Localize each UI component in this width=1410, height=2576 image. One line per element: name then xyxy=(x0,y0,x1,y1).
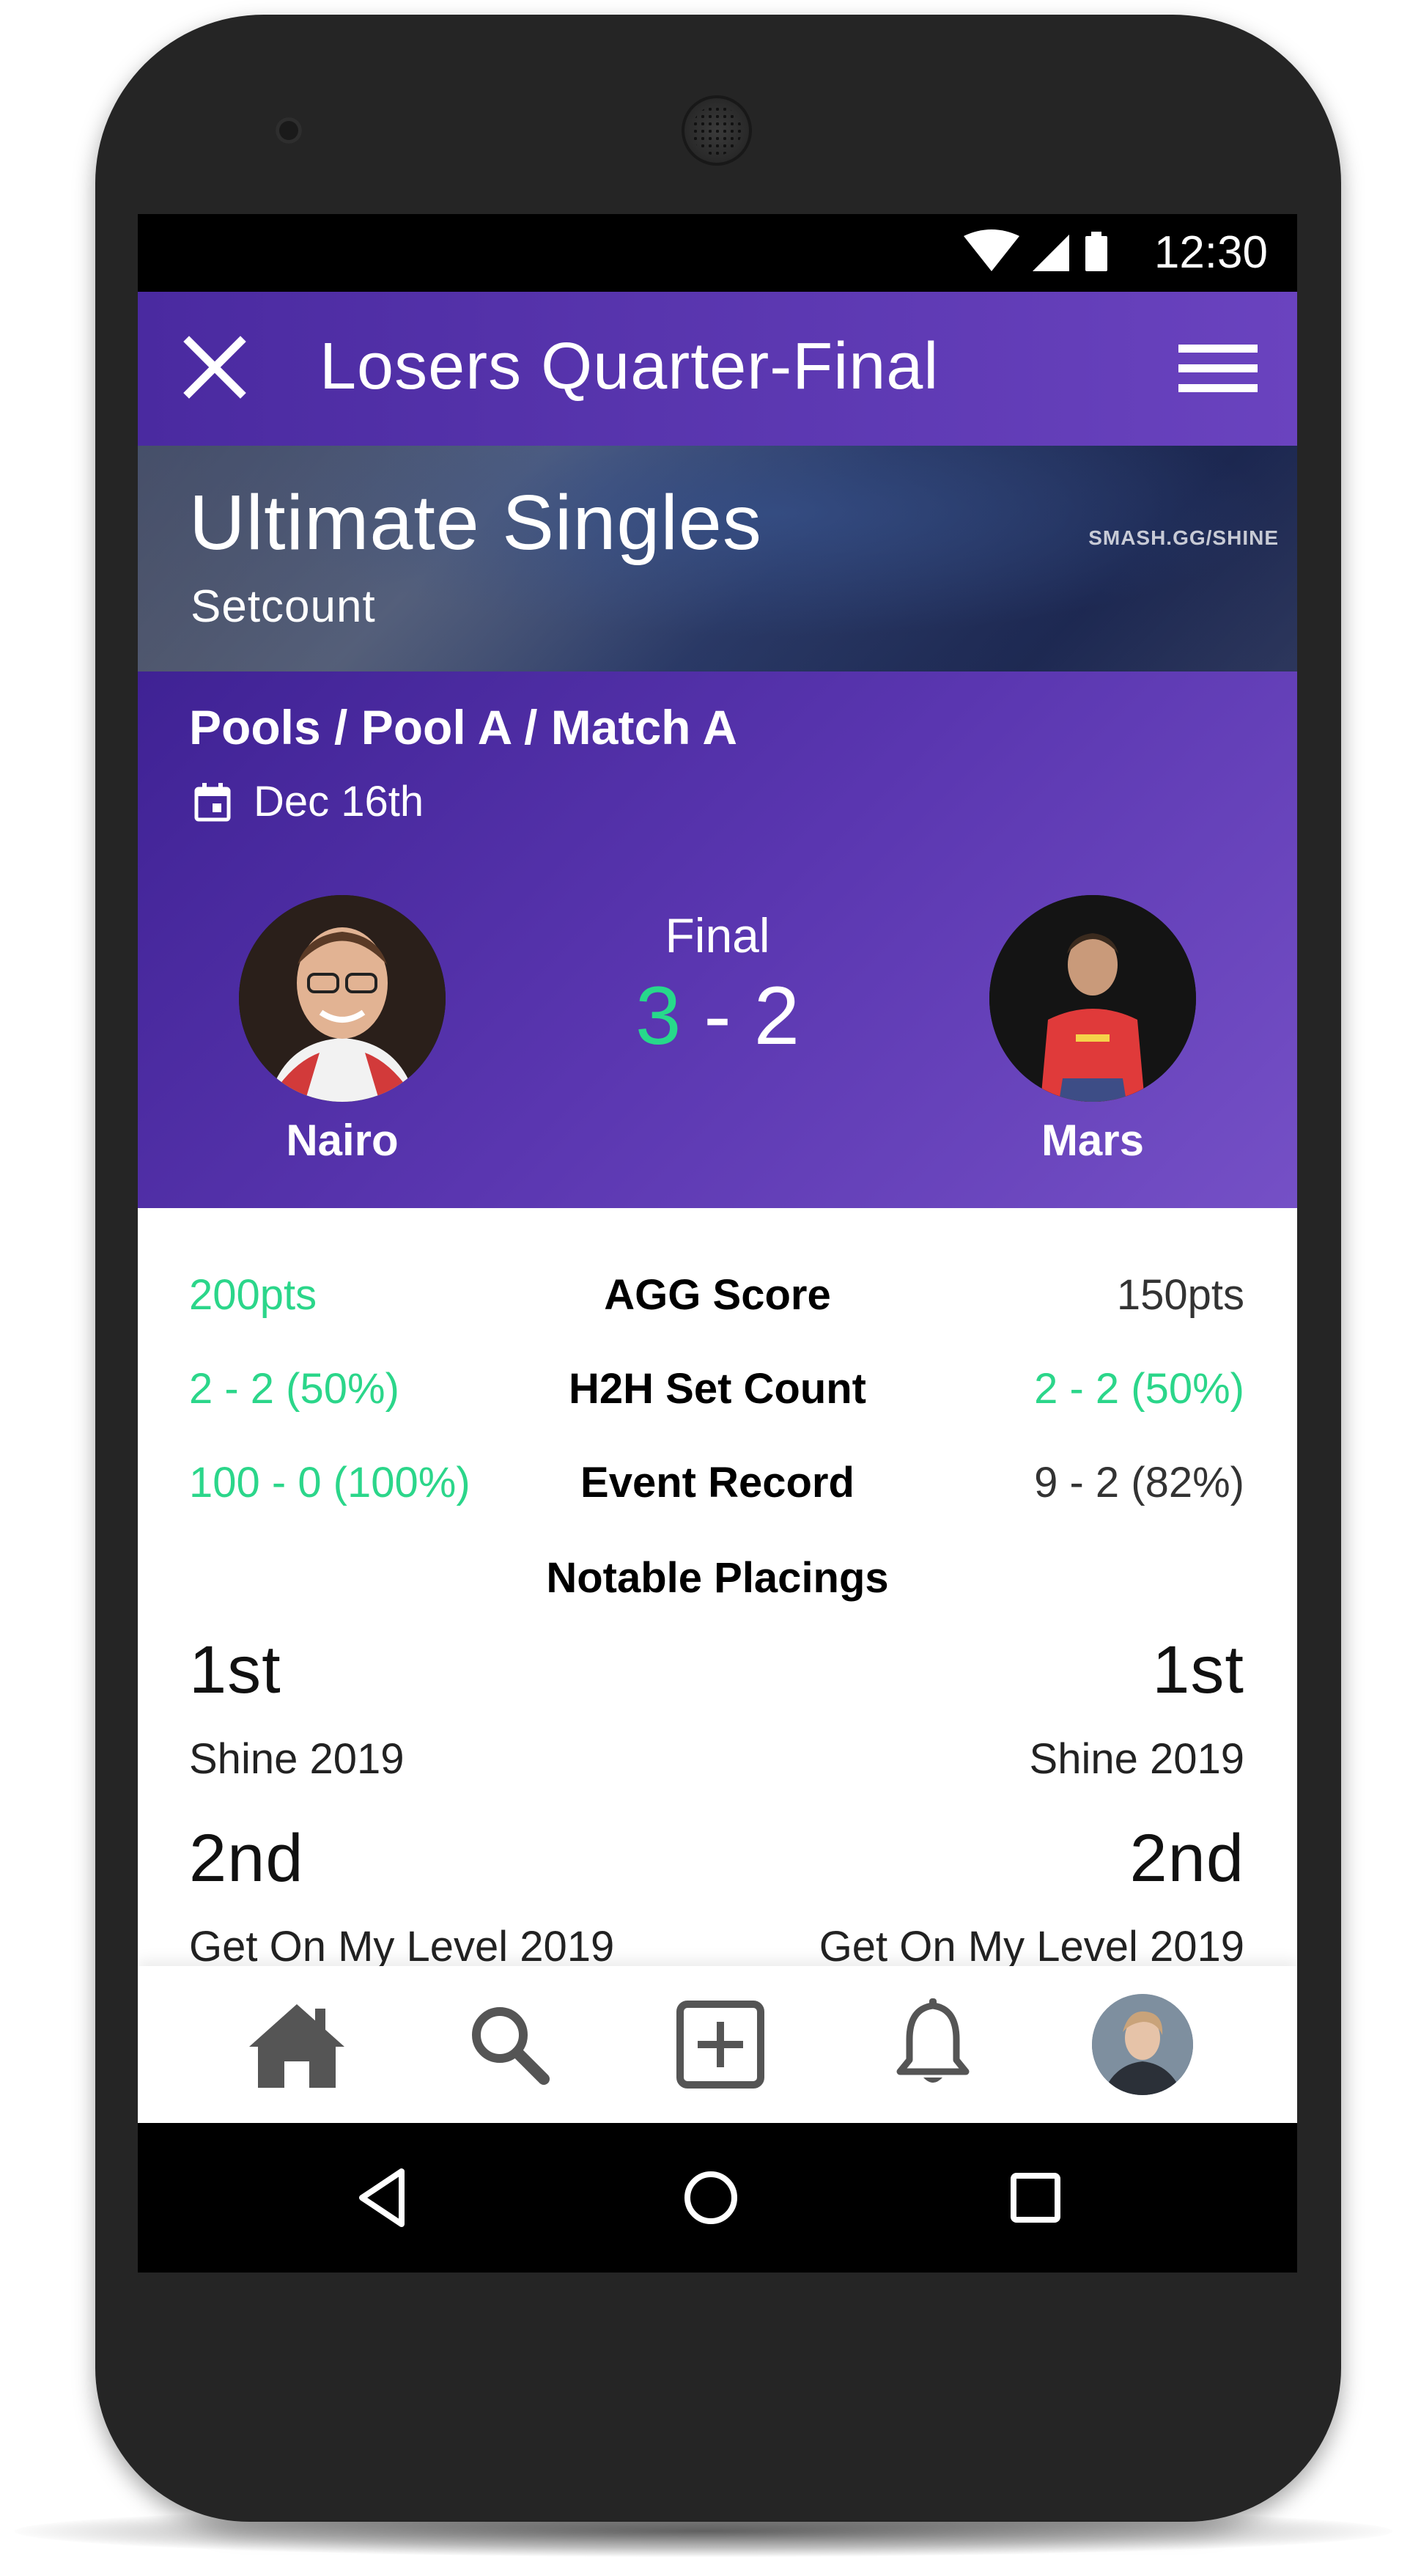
home-icon[interactable] xyxy=(242,1990,352,2100)
bell-icon[interactable] xyxy=(878,1990,988,2100)
match-score: 3 - 2 xyxy=(534,968,901,1064)
breadcrumb[interactable]: Pools / Pool A / Match A xyxy=(189,698,737,757)
player-left-avatar[interactable] xyxy=(239,895,446,1102)
app-bar-title: Losers Quarter-Final xyxy=(320,330,940,403)
stat-row-agg-score: 200pts AGG Score 150pts xyxy=(138,1262,1297,1328)
wifi-icon xyxy=(964,229,1019,271)
hamburger-menu-icon[interactable] xyxy=(1171,328,1266,409)
player-right-avatar[interactable] xyxy=(989,895,1196,1102)
stat-right-value: 2 - 2 (50%) xyxy=(1034,1365,1244,1413)
bottom-navigation xyxy=(138,1966,1297,2123)
player-left-name[interactable]: Nairo xyxy=(196,1111,489,1170)
status-bar: 12:30 xyxy=(138,214,1297,292)
score-left: 3 xyxy=(635,970,682,1061)
match-status: Final xyxy=(665,908,770,963)
notable-placings-heading: Notable Placings xyxy=(546,1554,889,1602)
placing-right-1-place: 1st xyxy=(1152,1633,1244,1707)
placing-left-2-place: 2nd xyxy=(189,1821,304,1896)
status-icons xyxy=(964,229,1107,271)
app-bar: Losers Quarter-Final xyxy=(138,292,1297,446)
recents-icon[interactable] xyxy=(999,2161,1072,2234)
event-subtitle: Setcount xyxy=(191,581,376,632)
stat-row-event-record: 100 - 0 (100%) Event Record 9 - 2 (82%) xyxy=(138,1450,1297,1516)
home-circle-icon[interactable] xyxy=(674,2161,748,2234)
stat-row-h2h-set-count: 2 - 2 (50%) H2H Set Count 2 - 2 (50%) xyxy=(138,1356,1297,1422)
stat-right-value: 150pts xyxy=(1116,1271,1244,1319)
placing-right-1-event[interactable]: Shine 2019 xyxy=(1030,1730,1244,1789)
front-camera xyxy=(276,117,302,144)
search-icon[interactable] xyxy=(454,1990,564,2100)
stat-right-value: 9 - 2 (82%) xyxy=(1034,1459,1244,1506)
back-icon[interactable] xyxy=(349,2161,422,2234)
player-right-name[interactable]: Mars xyxy=(946,1111,1239,1170)
phone-screen: 12:30 Losers Quarter-Final SMASH.GG/SHIN… xyxy=(138,214,1297,2273)
battery-icon xyxy=(1085,232,1107,271)
system-navigation-bar xyxy=(138,2123,1297,2273)
score-right: 2 xyxy=(753,970,800,1061)
add-box-icon[interactable] xyxy=(665,1990,775,2100)
earpiece-speaker xyxy=(682,95,752,166)
placing-left-1-place: 1st xyxy=(189,1633,281,1707)
match-stats: 200pts AGG Score 150pts 2 - 2 (50%) H2H … xyxy=(138,1208,1297,2061)
match-header: Pools / Pool A / Match A Dec 16th Nairo xyxy=(138,671,1297,1208)
match-date: Dec 16th xyxy=(254,778,424,825)
status-time: 12:30 xyxy=(1154,227,1268,278)
profile-avatar[interactable] xyxy=(1088,1990,1197,2100)
banner-watermark: SMASH.GG/SHINE xyxy=(1088,526,1279,549)
placing-right-2-place: 2nd xyxy=(1129,1821,1244,1896)
event-title: Ultimate Singles xyxy=(189,479,762,566)
calendar-icon xyxy=(194,783,231,822)
score-separator: - xyxy=(681,970,754,1061)
close-icon[interactable] xyxy=(174,327,255,408)
placing-left-1-event[interactable]: Shine 2019 xyxy=(189,1730,404,1789)
cellular-signal-icon xyxy=(1033,235,1069,271)
event-banner: SMASH.GG/SHINE Ultimate Singles Setcount xyxy=(138,446,1297,671)
